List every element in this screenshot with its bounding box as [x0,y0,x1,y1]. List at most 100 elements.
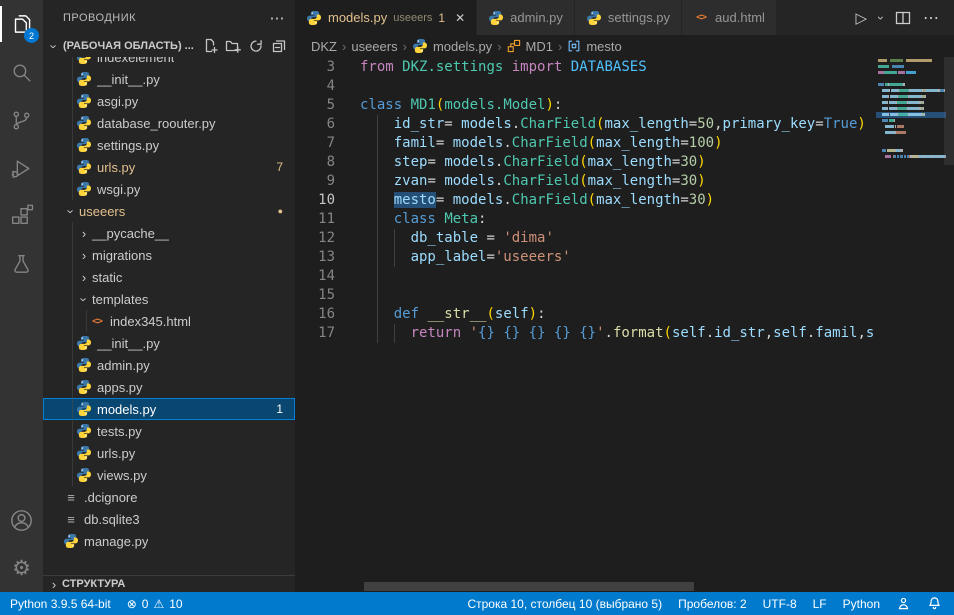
py-icon [63,533,79,549]
breadcrumb-MD1[interactable]: MD1 [507,39,553,54]
chevron-down-icon: › [77,291,92,307]
bell-icon [927,596,942,611]
tab-description: useeers [393,12,432,24]
source-control-icon[interactable] [0,96,43,144]
tree-item-migrations[interactable]: ›migrations [43,244,295,266]
tree-item-wsgi.py[interactable]: wsgi.py [43,178,295,200]
tree-item-settings.py[interactable]: settings.py [43,134,295,156]
sidebar-more-actions-icon[interactable]: ⋯ [270,9,286,27]
tree-item-badge: 1 [276,402,283,416]
tree-item-static[interactable]: ›static [43,266,295,288]
collapse-all-icon[interactable] [271,38,287,54]
breadcrumb-label: DKZ [311,39,337,54]
vertical-scrollbar[interactable] [944,57,954,165]
run-icon[interactable]: ▷ [855,9,867,27]
tree-item-index345.html[interactable]: <>index345.html [43,310,295,332]
tree-item-indexelement[interactable]: indexelement [43,57,295,68]
indentation[interactable]: Пробелов: 2 [670,592,755,615]
tree-item-asgi.py[interactable]: asgi.py [43,90,295,112]
code-line-16: 16 def __str__(self): [295,305,878,324]
line-number: 5 [295,96,335,115]
run-debug-icon[interactable] [0,144,43,192]
tree-item-label: urls.py [97,446,135,461]
tree-item-badge: ● [278,206,283,216]
breadcrumb-mesto[interactable]: mesto [567,39,621,54]
tree-item-urls.py[interactable]: urls.py7 [43,156,295,178]
tree-item-db.sqlite3[interactable]: ≡db.sqlite3 [43,508,295,530]
refresh-icon[interactable] [248,38,264,54]
tab-badge: 1 [438,11,445,25]
run-dropdown-icon[interactable]: › [874,16,888,20]
breadcrumb-separator-icon: › [558,39,562,54]
file-icon: ≡ [63,511,79,527]
tab-aud.html[interactable]: <>aud.html [682,0,776,35]
new-file-icon[interactable] [202,38,218,54]
chevron-right-icon: › [76,270,92,285]
workspace-section-header[interactable]: › (РАБОЧАЯ ОБЛАСТЬ) ... [43,35,295,57]
language-mode[interactable]: Python [835,592,888,615]
main-area: 2⚙ ПРОВОДНИК ⋯ › (РАБОЧАЯ ОБЛАСТЬ) ... i… [0,0,954,592]
tree-item-__init__.py[interactable]: __init__.py [43,332,295,354]
explorer-icon[interactable]: 2 [0,0,43,48]
code-editor[interactable]: 3from DKZ.settings import DATABASES45cla… [295,57,878,592]
tree-item-label: migrations [92,248,152,263]
horizontal-scrollbar[interactable] [364,582,694,591]
tree-item-label: asgi.py [97,94,138,109]
tree-item-tests.py[interactable]: tests.py [43,420,295,442]
more-actions-icon[interactable]: ⋯ [923,8,940,28]
py-icon [76,445,92,461]
file-tree: indexelement__init__.pyasgi.pydatabase_r… [43,57,295,575]
extensions-icon[interactable] [0,192,43,240]
line-number: 8 [295,153,335,172]
testing-icon[interactable] [0,240,43,288]
tree-item-templates[interactable]: ›templates [43,288,295,310]
line-number: 16 [295,305,335,324]
close-icon[interactable]: ✕ [455,11,465,25]
status-bar-right: Строка 10, столбец 10 (выбрано 5) Пробело… [459,592,954,615]
tree-item-apps.py[interactable]: apps.py [43,376,295,398]
new-folder-icon[interactable] [225,38,241,54]
eol[interactable]: LF [805,592,835,615]
tree-item-.dcignore[interactable]: ≡.dcignore [43,486,295,508]
tree-item-__pycache__[interactable]: ›__pycache__ [43,222,295,244]
tree-item-views.py[interactable]: views.py [43,464,295,486]
tab-admin.py[interactable]: admin.py [477,0,574,35]
minimap[interactable] [878,58,944,160]
tree-item-label: .dcignore [84,490,137,505]
tree-item-label: wsgi.py [97,182,140,197]
python-version[interactable]: Python 3.9.5 64-bit [2,592,119,615]
feedback-icon [896,596,911,611]
tree-item-manage.py[interactable]: manage.py [43,530,295,552]
cursor-position[interactable]: Строка 10, столбец 10 (выбрано 5) [459,592,670,615]
tree-item-database_roouter.py[interactable]: database_roouter.py [43,112,295,134]
tree-item-useeers[interactable]: ›useeers● [43,200,295,222]
tab-settings.py[interactable]: settings.py [575,0,681,35]
vscode-window: 2⚙ ПРОВОДНИК ⋯ › (РАБОЧАЯ ОБЛАСТЬ) ... i… [0,0,954,615]
settings-icon[interactable]: ⚙ [0,544,43,592]
status-label: Строка 10, столбец 10 (выбрано 5) [467,597,662,611]
tree-item-__init__.py[interactable]: __init__.py [43,68,295,90]
outline-section-header[interactable]: › СТРУКТУРА [43,575,295,592]
breadcrumb-useeers[interactable]: useeers [351,39,397,54]
feedback[interactable] [888,592,919,615]
activity-bar: 2⚙ [0,0,43,592]
account-icon[interactable] [0,496,43,544]
code-line-11: 11 class Meta: [295,210,878,229]
py-icon [76,401,92,417]
status-label: LF [813,597,827,611]
status-label: Пробелов: 2 [678,597,747,611]
tree-item-urls.py[interactable]: urls.py [43,442,295,464]
encoding[interactable]: UTF-8 [755,592,805,615]
code-line-10: 10 mesto= models.CharField(max_length=30… [295,191,878,210]
tree-item-admin.py[interactable]: admin.py [43,354,295,376]
tab-models.py[interactable]: models.py useeers 1 ✕ [295,0,476,35]
search-icon[interactable] [0,48,43,96]
split-editor-icon[interactable] [895,10,911,26]
tab-label: models.py [328,10,387,25]
problems[interactable]: ⊗0⚠10 [119,592,191,615]
tree-item-models.py[interactable]: models.py1 [43,398,295,420]
breadcrumb-DKZ[interactable]: DKZ [311,39,337,54]
warning-icon: ⚠ [153,597,164,611]
breadcrumb-models.py[interactable]: models.py [412,38,492,54]
notifications[interactable] [919,592,950,615]
